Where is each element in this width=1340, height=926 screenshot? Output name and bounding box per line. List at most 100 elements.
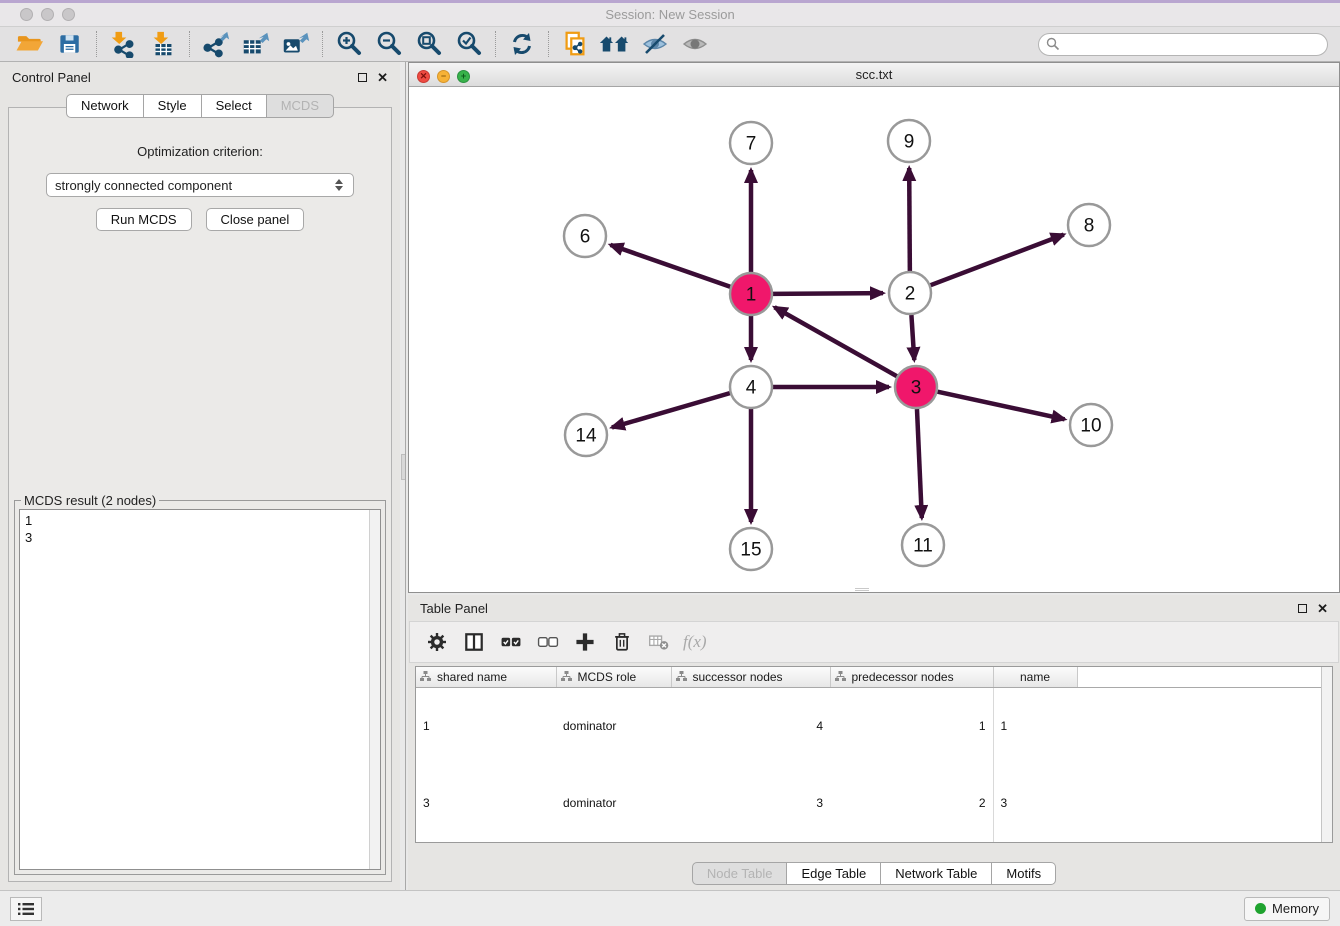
run-mcds-button[interactable]: Run MCDS <box>96 208 192 231</box>
clone-network-icon[interactable] <box>555 29 595 59</box>
tab-network[interactable]: Network <box>66 94 144 118</box>
zoom-out-icon[interactable] <box>369 29 409 59</box>
mcds-result-textarea[interactable]: 13 <box>19 509 381 870</box>
column-header-shared-name[interactable]: shared name <box>416 667 556 687</box>
node-table[interactable]: shared nameMCDS rolesuccessor nodesprede… <box>416 667 1323 842</box>
select-all-checkboxes-icon[interactable] <box>496 627 526 657</box>
graph-node-label-6: 6 <box>580 227 591 248</box>
zoom-selected-icon[interactable] <box>449 29 489 59</box>
toolbar-separator <box>322 31 323 57</box>
network-window-titlebar[interactable]: ✕ − + scc.txt <box>409 63 1339 87</box>
mcds-panel-body: Optimization criterion: strongly connect… <box>8 107 392 882</box>
close-panel-icon[interactable]: ✕ <box>377 71 388 84</box>
status-bar: Memory <box>0 890 1340 926</box>
tab-mcds[interactable]: MCDS <box>267 94 334 118</box>
add-row-icon[interactable] <box>570 627 600 657</box>
cell-shared-name[interactable]: 3 <box>416 765 556 843</box>
graph-edge-2-3[interactable] <box>911 315 914 360</box>
delete-row-icon[interactable] <box>607 627 637 657</box>
result-line: 1 <box>25 512 364 529</box>
columns-icon[interactable] <box>459 627 489 657</box>
column-header-name[interactable]: name <box>993 667 1077 687</box>
mcds-result-title: MCDS result (2 nodes) <box>21 493 159 508</box>
network-maximize-button[interactable]: + <box>457 70 470 83</box>
network-close-button[interactable]: ✕ <box>417 70 430 83</box>
first-neighbors-icon[interactable] <box>595 29 635 59</box>
hide-selected-icon[interactable] <box>635 29 675 59</box>
open-folder-icon[interactable] <box>10 29 50 59</box>
network-minimize-button[interactable]: − <box>437 70 450 83</box>
zoom-window-button[interactable] <box>62 8 75 21</box>
import-table-icon[interactable] <box>143 29 183 59</box>
minimize-window-button[interactable] <box>41 8 54 21</box>
graph-node-label-10: 10 <box>1080 416 1101 437</box>
zoom-fit-icon[interactable] <box>409 29 449 59</box>
export-image-icon[interactable] <box>276 29 316 59</box>
graph-edge-1-2[interactable] <box>773 293 883 294</box>
table-tab-motifs[interactable]: Motifs <box>992 862 1056 885</box>
graph-edge-1-6[interactable] <box>610 245 730 287</box>
memory-status-icon <box>1255 903 1266 914</box>
memory-button[interactable]: Memory <box>1244 897 1330 921</box>
table-tab-node-table[interactable]: Node Table <box>692 862 788 885</box>
control-panel-header: Control Panel ✕ <box>0 62 400 92</box>
window-title: Session: New Session <box>605 7 734 22</box>
export-network-icon[interactable] <box>196 29 236 59</box>
cell-successor-nodes[interactable]: 3 <box>671 765 830 843</box>
optimization-criterion-label: Optimization criterion: <box>9 144 391 159</box>
result-scrollbar[interactable] <box>369 510 380 869</box>
graph-edge-3-10[interactable] <box>937 392 1064 420</box>
table-tab-network-table[interactable]: Network Table <box>881 862 992 885</box>
search-input[interactable] <box>1038 33 1328 56</box>
show-all-icon[interactable] <box>675 29 715 59</box>
tab-select[interactable]: Select <box>202 94 267 118</box>
graph-edge-2-9[interactable] <box>909 168 910 271</box>
column-header-predecessor-nodes[interactable]: predecessor nodes <box>830 667 993 687</box>
refresh-icon[interactable] <box>502 29 542 59</box>
graph-edge-2-8[interactable] <box>931 235 1064 286</box>
save-session-icon[interactable] <box>50 29 90 59</box>
cell-successor-nodes[interactable]: 4 <box>671 687 830 765</box>
cell-MCDS-role[interactable]: dominator <box>556 687 671 765</box>
cell-name[interactable]: 1 <box>993 687 1077 765</box>
table-scrollbar[interactable] <box>1321 667 1332 842</box>
cell-MCDS-role[interactable]: dominator <box>556 765 671 843</box>
task-history-button[interactable] <box>10 897 42 921</box>
float-table-panel-icon[interactable] <box>1298 604 1307 613</box>
network-canvas[interactable]: 7968124314101511 <box>409 87 1339 592</box>
function-builder-icon-disabled: f(x) <box>683 632 707 652</box>
graph-node-label-3: 3 <box>911 378 922 399</box>
cell-predecessor-nodes[interactable]: 2 <box>830 765 993 843</box>
column-header-successor-nodes[interactable]: successor nodes <box>671 667 830 687</box>
cell-shared-name[interactable]: 1 <box>416 687 556 765</box>
close-table-panel-icon[interactable]: ✕ <box>1317 602 1328 615</box>
import-network-icon[interactable] <box>103 29 143 59</box>
unselect-all-checkboxes-icon[interactable] <box>533 627 563 657</box>
graph-node-label-11: 11 <box>913 536 933 557</box>
panel-divider-handle[interactable] <box>401 454 406 480</box>
close-panel-button[interactable]: Close panel <box>206 208 305 231</box>
cell-name[interactable]: 3 <box>993 765 1077 843</box>
cell-predecessor-nodes[interactable]: 1 <box>830 687 993 765</box>
graph-edge-3-1[interactable] <box>775 307 897 376</box>
toolbar-separator <box>495 31 496 57</box>
search-icon <box>1046 37 1060 51</box>
table-row[interactable]: 3dominator323 <box>416 765 1323 843</box>
column-header-MCDS-role[interactable]: MCDS role <box>556 667 671 687</box>
gear-icon[interactable] <box>422 627 452 657</box>
column-header-filler <box>1077 667 1323 687</box>
tab-style[interactable]: Style <box>144 94 202 118</box>
close-window-button[interactable] <box>20 8 33 21</box>
graph-node-label-1: 1 <box>746 285 757 306</box>
graph-edge-3-11[interactable] <box>917 409 922 518</box>
canvas-resize-grip[interactable] <box>855 588 869 592</box>
criterion-select[interactable]: strongly connected component <box>46 173 354 197</box>
table-row[interactable]: 1dominator411 <box>416 687 1323 765</box>
graph-edge-4-14[interactable] <box>612 393 730 427</box>
zoom-in-icon[interactable] <box>329 29 369 59</box>
export-table-icon[interactable] <box>236 29 276 59</box>
float-panel-icon[interactable] <box>358 73 367 82</box>
memory-label: Memory <box>1272 901 1319 916</box>
control-panel: Control Panel ✕ NetworkStyleSelectMCDS O… <box>0 62 400 890</box>
table-tab-edge-table[interactable]: Edge Table <box>787 862 881 885</box>
